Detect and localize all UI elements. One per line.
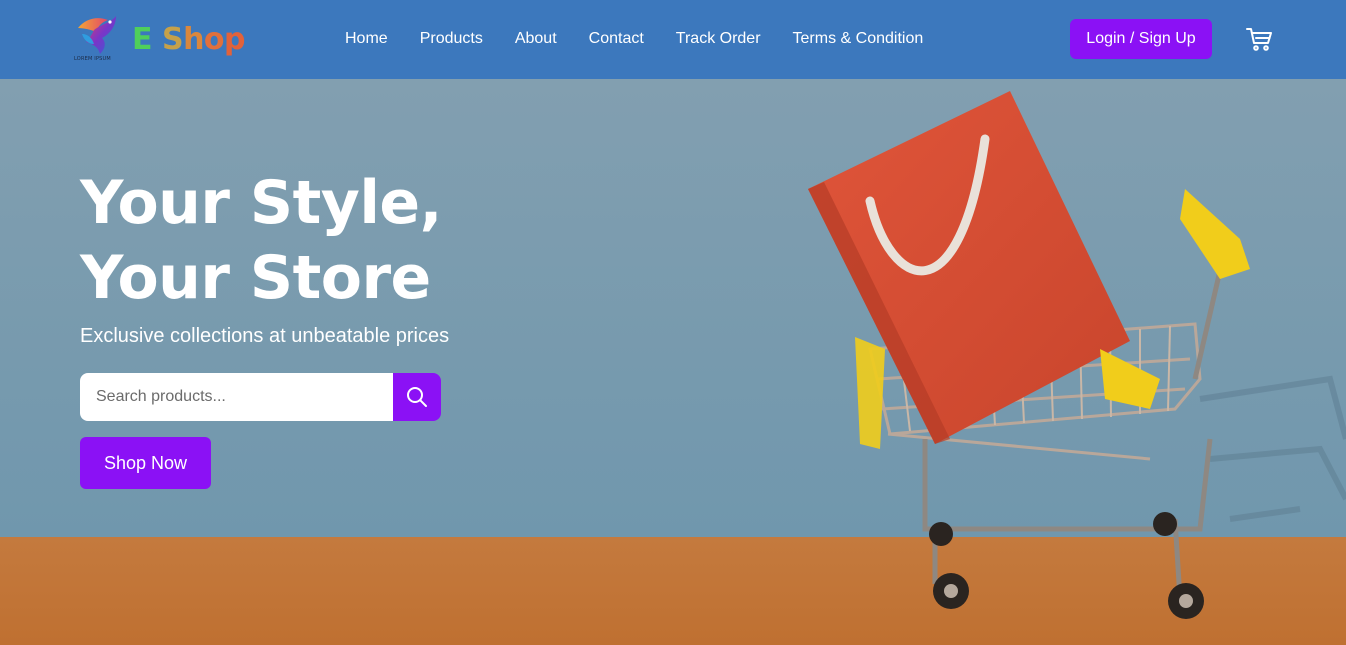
- shop-now-button[interactable]: Shop Now: [80, 437, 211, 489]
- nav-link-terms[interactable]: Terms & Condition: [793, 30, 924, 48]
- nav-menu: Home Products About Contact Track Order …: [345, 30, 923, 48]
- navbar: LOREM IPSUM E Shop Home Products About C…: [0, 0, 1346, 79]
- search-input[interactable]: [80, 373, 393, 421]
- nav-link-track-order[interactable]: Track Order: [676, 30, 761, 48]
- hero-title-line-1: Your Style,: [80, 168, 442, 238]
- search-icon: [407, 387, 427, 407]
- nav-link-about[interactable]: About: [515, 30, 557, 48]
- hero-background-image: [0, 79, 1346, 645]
- login-signup-button[interactable]: Login / Sign Up: [1070, 19, 1212, 59]
- hero-section: Your Style, Your Store Exclusive collect…: [0, 79, 1346, 645]
- search-button[interactable]: [393, 373, 441, 421]
- hero-subtitle: Exclusive collections at unbeatable pric…: [80, 325, 450, 347]
- search-bar: [80, 373, 441, 421]
- nav-link-home[interactable]: Home: [345, 30, 388, 48]
- hero-title-line-2: Your Store: [80, 243, 431, 313]
- hero-title: Your Style, Your Store: [80, 166, 442, 316]
- logo-subtext: LOREM IPSUM: [74, 56, 111, 62]
- cart-icon[interactable]: [1245, 26, 1273, 52]
- nav-link-products[interactable]: Products: [420, 30, 483, 48]
- nav-link-contact[interactable]: Contact: [589, 30, 644, 48]
- brand-name[interactable]: E Shop: [132, 22, 246, 57]
